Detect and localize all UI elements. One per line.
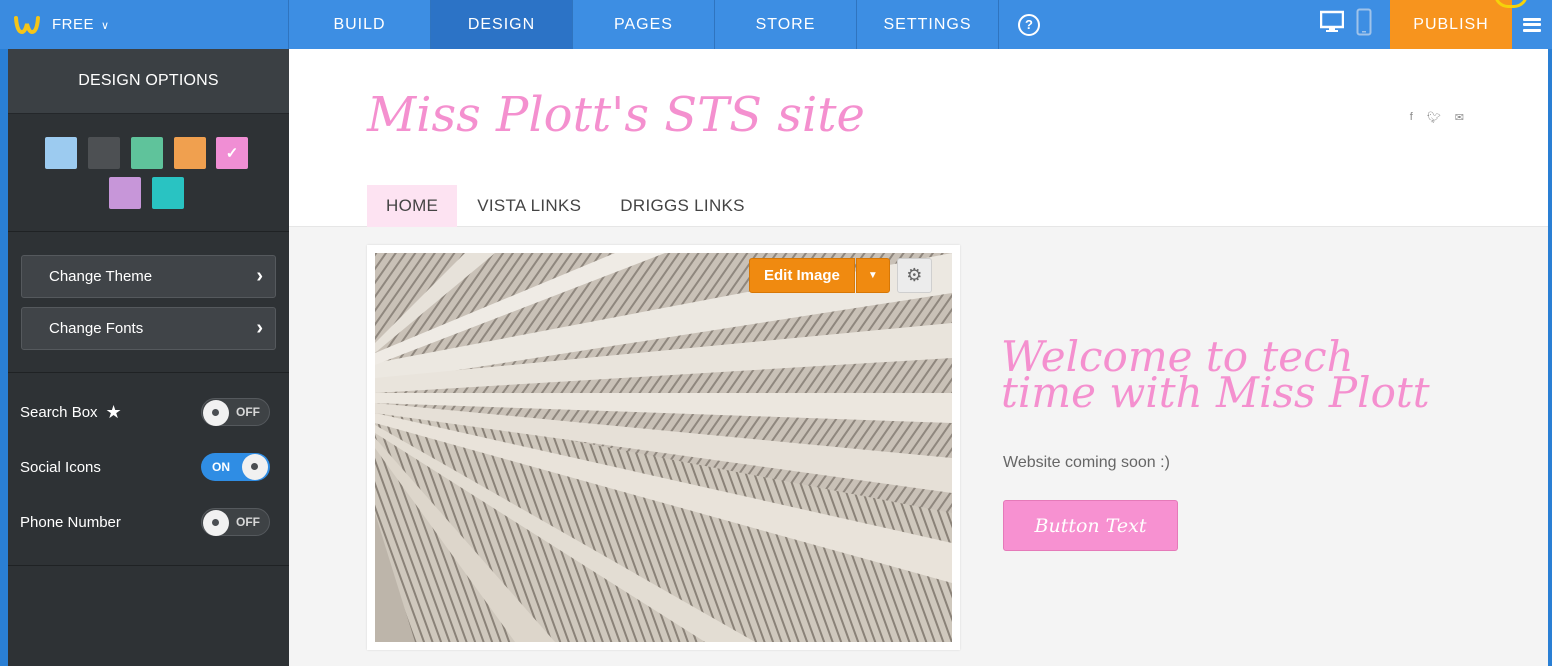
nav-item-home[interactable]: HOME: [367, 185, 458, 227]
nav-label: VISTA LINKS: [477, 196, 582, 215]
nav-item-vista-links[interactable]: VISTA LINKS: [457, 185, 600, 227]
desktop-icon[interactable]: [1319, 10, 1345, 39]
toggle-state: OFF: [236, 405, 260, 419]
help-button[interactable]: ?: [999, 0, 1059, 49]
swatch-0[interactable]: [45, 137, 77, 169]
caret-down-icon: ▼: [867, 270, 878, 281]
sidebar-title: DESIGN OPTIONS: [8, 49, 289, 114]
headline[interactable]: Welcome to tech time with Miss Plott: [1001, 336, 1461, 414]
plan-menu[interactable]: FREE ∨: [0, 0, 289, 49]
star-icon: ★: [105, 401, 122, 422]
hamburger-icon: [1523, 17, 1541, 32]
sidebar-toggles: Search Box ★ OFF Social Icons ON Phone Nu…: [8, 373, 289, 566]
publish-button[interactable]: PUBLISH: [1390, 0, 1512, 49]
tab-label: STORE: [755, 15, 816, 33]
design-options-sidebar: DESIGN OPTIONS ✓ Change Theme › Change F…: [8, 49, 289, 666]
color-swatches: ✓: [8, 114, 289, 232]
edit-image-button[interactable]: Edit Image: [749, 258, 855, 293]
help-icon: ?: [1018, 13, 1040, 36]
swatch-3[interactable]: [174, 137, 206, 169]
social-icons-toggle[interactable]: ON: [201, 453, 270, 481]
site-preview: Miss Plott's STS site f 🐦︎ ✉︎ HOME VISTA…: [289, 49, 1548, 666]
nav-item-driggs-links[interactable]: DRIGGS LINKS: [600, 185, 764, 227]
publish-label: PUBLISH: [1413, 15, 1489, 33]
email-icon[interactable]: ✉︎: [1455, 111, 1464, 124]
check-icon: ✓: [225, 145, 239, 162]
hero-image-frame[interactable]: Edit Image ▼ ⚙︎: [367, 245, 960, 650]
site-title[interactable]: Miss Plott's STS site: [367, 87, 865, 143]
twitter-icon[interactable]: 🐦︎: [1427, 111, 1441, 124]
chevron-down-icon: ∨: [101, 19, 110, 32]
social-icons-row: Social Icons ON: [20, 452, 270, 482]
tab-settings[interactable]: SETTINGS: [857, 0, 999, 49]
change-fonts-button[interactable]: Change Fonts ›: [21, 307, 276, 350]
social-icons: f 🐦︎ ✉︎: [1410, 111, 1464, 124]
swatch-4[interactable]: ✓: [216, 137, 248, 169]
top-toolbar: FREE ∨ BUILD DESIGN PAGES STORE SETTINGS…: [0, 0, 1552, 49]
device-switcher: [1319, 0, 1390, 49]
tab-label: SETTINGS: [883, 15, 972, 33]
phone-number-row: Phone Number OFF: [20, 507, 270, 537]
gear-icon: ⚙︎: [906, 265, 923, 285]
tab-build[interactable]: BUILD: [289, 0, 431, 49]
nav-label: DRIGGS LINKS: [620, 196, 745, 215]
site-nav: HOME VISTA LINKS DRIGGS LINKS: [367, 185, 764, 227]
site-header: Miss Plott's STS site f 🐦︎ ✉︎ HOME VISTA…: [289, 49, 1548, 227]
swatch-5[interactable]: [109, 177, 141, 209]
tab-design[interactable]: DESIGN: [431, 0, 573, 49]
image-settings-button[interactable]: ⚙︎: [896, 258, 932, 293]
chevron-right-icon: ›: [256, 317, 263, 339]
image-edit-toolbar: Edit Image ▼ ⚙︎: [749, 258, 932, 293]
toggle-state: OFF: [236, 515, 260, 529]
tab-label: DESIGN: [467, 15, 536, 33]
swatch-2[interactable]: [131, 137, 163, 169]
phone-number-label: Phone Number: [20, 513, 121, 531]
facebook-icon[interactable]: f: [1410, 111, 1413, 124]
edit-image-dropdown-button[interactable]: ▼: [855, 258, 890, 293]
search-box-toggle[interactable]: OFF: [201, 398, 270, 426]
change-fonts-label: Change Fonts: [49, 320, 144, 337]
sidebar-buttons: Change Theme › Change Fonts ›: [8, 232, 289, 373]
cta-button[interactable]: Button Text: [1003, 500, 1178, 551]
window-edge: [1548, 49, 1552, 666]
plan-label: FREE: [52, 16, 95, 33]
swatch-1[interactable]: [88, 137, 120, 169]
social-icons-label: Social Icons: [20, 458, 101, 476]
tab-label: PAGES: [614, 15, 673, 33]
change-theme-label: Change Theme: [49, 268, 153, 285]
tab-store[interactable]: STORE: [715, 0, 857, 49]
mobile-icon[interactable]: [1356, 8, 1372, 41]
tab-pages[interactable]: PAGES: [573, 0, 715, 49]
weebly-logo-icon: [14, 14, 40, 36]
subtext[interactable]: Website coming soon :): [1003, 454, 1170, 472]
search-box-row: Search Box ★ OFF: [20, 397, 270, 427]
search-box-label: Search Box: [20, 403, 98, 421]
hero-image[interactable]: [375, 253, 952, 642]
nav-label: HOME: [386, 196, 439, 215]
change-theme-button[interactable]: Change Theme ›: [21, 255, 276, 298]
tab-label: BUILD: [333, 15, 386, 33]
phone-number-toggle[interactable]: OFF: [201, 508, 270, 536]
toggle-state: ON: [212, 460, 230, 474]
swatch-6[interactable]: [152, 177, 184, 209]
chevron-right-icon: ›: [256, 265, 263, 287]
